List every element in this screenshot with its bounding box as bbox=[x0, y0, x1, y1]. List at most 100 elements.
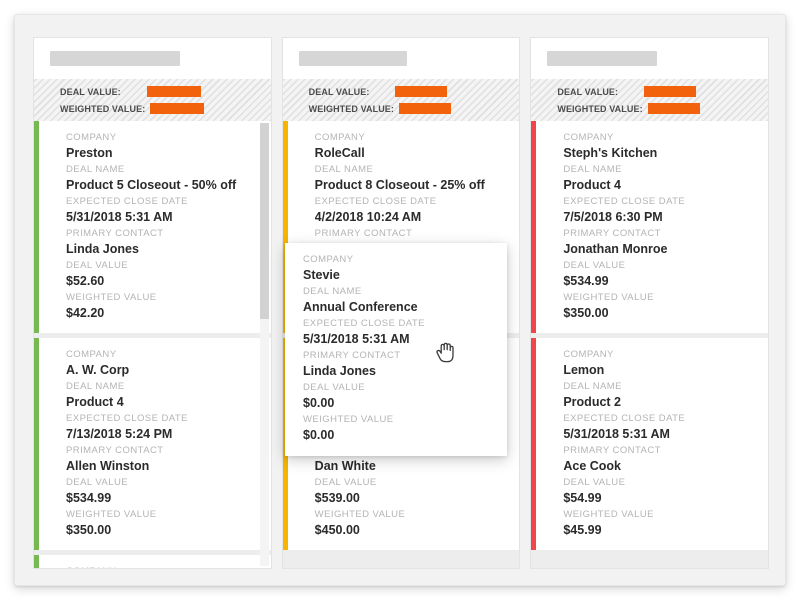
weighted-value-value: $45.99 bbox=[563, 522, 754, 539]
expected-close-date-value: 7/13/2018 5:24 PM bbox=[66, 426, 257, 443]
card-accent-bar bbox=[34, 555, 39, 568]
deal-value-label: DEAL VALUE bbox=[66, 258, 257, 273]
company-label: COMPANY bbox=[563, 130, 754, 145]
column-scrollbar-thumb-1[interactable] bbox=[260, 123, 269, 319]
summary-deal-value-label: DEAL VALUE: bbox=[557, 87, 618, 97]
company-label: COMPANY bbox=[303, 252, 493, 267]
deal-value-value: $534.99 bbox=[563, 273, 754, 290]
board-column-3: DEAL VALUE: WEIGHTED VALUE: COMPANY Step… bbox=[530, 37, 769, 569]
column-body-3: COMPANY Steph's Kitchen DEAL NAME Produc… bbox=[530, 121, 769, 569]
weighted-value-label: WEIGHTED VALUE bbox=[563, 290, 754, 305]
weighted-value-value: $350.00 bbox=[563, 305, 754, 322]
company-value: Lemon bbox=[563, 362, 754, 379]
summary-weighted-value-bar bbox=[399, 103, 451, 114]
company-label: COMPANY bbox=[66, 347, 257, 362]
company-label: COMPANY bbox=[66, 564, 257, 568]
column-header-3 bbox=[530, 37, 769, 79]
deal-name-value: Product 2 bbox=[563, 394, 754, 411]
deal-value-value: $52.60 bbox=[66, 273, 257, 290]
deal-value-label: DEAL VALUE bbox=[315, 475, 506, 490]
primary-contact-value: Jonathan Monroe bbox=[563, 241, 754, 258]
company-value: Preston bbox=[66, 145, 257, 162]
expected-close-date-value: 5/31/2018 5:31 AM bbox=[303, 331, 493, 348]
board-column-1: DEAL VALUE: WEIGHTED VALUE: COMPANY Pres… bbox=[33, 37, 272, 569]
summary-deal-value-label: DEAL VALUE: bbox=[60, 87, 121, 97]
summary-deal-value-bar bbox=[395, 86, 447, 97]
expected-close-date-value: 7/5/2018 6:30 PM bbox=[563, 209, 754, 226]
column-title-placeholder-2 bbox=[299, 51, 407, 66]
deal-card[interactable]: COMPANY Preston DEAL NAME Product 5 Clos… bbox=[34, 121, 271, 333]
deal-value-label: DEAL VALUE bbox=[66, 475, 257, 490]
primary-contact-label: PRIMARY CONTACT bbox=[66, 443, 257, 458]
deal-value-value: $0.00 bbox=[303, 395, 493, 412]
expected-close-date-value: 4/2/2018 10:24 AM bbox=[315, 209, 506, 226]
app-surface: DEAL VALUE: WEIGHTED VALUE: COMPANY Pres… bbox=[14, 14, 786, 586]
summary-weighted-value-row-3: WEIGHTED VALUE: bbox=[557, 100, 768, 117]
card-accent-bar bbox=[531, 338, 536, 550]
deal-value-value: $534.99 bbox=[66, 490, 257, 507]
company-label: COMPANY bbox=[66, 130, 257, 145]
deal-name-label: DEAL NAME bbox=[66, 379, 257, 394]
column-summary-1: DEAL VALUE: WEIGHTED VALUE: bbox=[33, 79, 272, 121]
company-label: COMPANY bbox=[315, 130, 506, 145]
company-value: RoleCall bbox=[315, 145, 506, 162]
summary-weighted-value-row-2: WEIGHTED VALUE: bbox=[309, 100, 520, 117]
primary-contact-value: Allen Winston bbox=[66, 458, 257, 475]
deal-name-value: Annual Conference bbox=[303, 299, 493, 316]
summary-deal-value-row-2: DEAL VALUE: bbox=[309, 83, 520, 100]
deal-card[interactable]: COMPANY A. W. Corp DEAL NAME Product 4 E… bbox=[34, 338, 271, 550]
expected-close-date-label: EXPECTED CLOSE DATE bbox=[315, 194, 506, 209]
weighted-value-label: WEIGHTED VALUE bbox=[66, 290, 257, 305]
deal-name-label: DEAL NAME bbox=[66, 162, 257, 177]
column-summary-2: DEAL VALUE: WEIGHTED VALUE: bbox=[282, 79, 521, 121]
summary-deal-value-row-1: DEAL VALUE: bbox=[60, 83, 271, 100]
summary-weighted-value-label: WEIGHTED VALUE: bbox=[557, 104, 642, 114]
primary-contact-label: PRIMARY CONTACT bbox=[563, 443, 754, 458]
summary-deal-value-bar bbox=[644, 86, 696, 97]
summary-weighted-value-bar bbox=[648, 103, 700, 114]
expected-close-date-label: EXPECTED CLOSE DATE bbox=[563, 194, 754, 209]
card-accent-bar bbox=[531, 121, 536, 333]
dragged-deal-card[interactable]: COMPANY Stevie DEAL NAME Annual Conferen… bbox=[285, 243, 507, 456]
column-body-1: COMPANY Preston DEAL NAME Product 5 Clos… bbox=[33, 121, 272, 569]
primary-contact-value: Linda Jones bbox=[66, 241, 257, 258]
expected-close-date-label: EXPECTED CLOSE DATE bbox=[303, 316, 493, 331]
deal-value-label: DEAL VALUE bbox=[303, 380, 493, 395]
column-card-list-1[interactable]: COMPANY Preston DEAL NAME Product 5 Clos… bbox=[34, 121, 271, 568]
summary-deal-value-row-3: DEAL VALUE: bbox=[557, 83, 768, 100]
company-label: COMPANY bbox=[563, 347, 754, 362]
column-summary-3: DEAL VALUE: WEIGHTED VALUE: bbox=[530, 79, 769, 121]
summary-deal-value-bar bbox=[147, 86, 201, 97]
column-card-list-3[interactable]: COMPANY Steph's Kitchen DEAL NAME Produc… bbox=[531, 121, 768, 568]
deal-card[interactable]: COMPANY Lemon DEAL NAME Product 2 EXPECT… bbox=[531, 338, 768, 550]
primary-contact-value: Dan White bbox=[315, 458, 506, 475]
deal-card[interactable]: COMPANY Steph's Kitchen DEAL NAME Produc… bbox=[531, 121, 768, 333]
weighted-value-value: $450.00 bbox=[315, 522, 506, 539]
deal-value-label: DEAL VALUE bbox=[563, 475, 754, 490]
deal-name-label: DEAL NAME bbox=[563, 379, 754, 394]
deal-name-value: Product 8 Closeout - 25% off bbox=[315, 177, 506, 194]
summary-weighted-value-label: WEIGHTED VALUE: bbox=[60, 104, 145, 114]
deal-card[interactable]: COMPANY Appleseed DEAL NAME Product 2 EX… bbox=[34, 555, 271, 568]
summary-weighted-value-bar bbox=[150, 103, 204, 114]
expected-close-date-value: 5/31/2018 5:31 AM bbox=[563, 426, 754, 443]
deal-value-value: $539.00 bbox=[315, 490, 506, 507]
weighted-value-value: $350.00 bbox=[66, 522, 257, 539]
company-value: Steph's Kitchen bbox=[563, 145, 754, 162]
deal-name-value: Product 4 bbox=[563, 177, 754, 194]
column-title-placeholder-3 bbox=[547, 51, 657, 66]
summary-weighted-value-label: WEIGHTED VALUE: bbox=[309, 104, 394, 114]
deal-name-label: DEAL NAME bbox=[315, 162, 506, 177]
weighted-value-label: WEIGHTED VALUE bbox=[303, 412, 493, 427]
expected-close-date-label: EXPECTED CLOSE DATE bbox=[66, 411, 257, 426]
weighted-value-label: WEIGHTED VALUE bbox=[563, 507, 754, 522]
card-accent-bar bbox=[34, 121, 39, 333]
expected-close-date-label: EXPECTED CLOSE DATE bbox=[66, 194, 257, 209]
summary-deal-value-label: DEAL VALUE: bbox=[309, 87, 370, 97]
primary-contact-label: PRIMARY CONTACT bbox=[303, 348, 493, 363]
deal-value-value: $54.99 bbox=[563, 490, 754, 507]
weighted-value-label: WEIGHTED VALUE bbox=[66, 507, 257, 522]
deal-name-value: Product 5 Closeout - 50% off bbox=[66, 177, 257, 194]
company-value: A. W. Corp bbox=[66, 362, 257, 379]
deal-name-label: DEAL NAME bbox=[563, 162, 754, 177]
